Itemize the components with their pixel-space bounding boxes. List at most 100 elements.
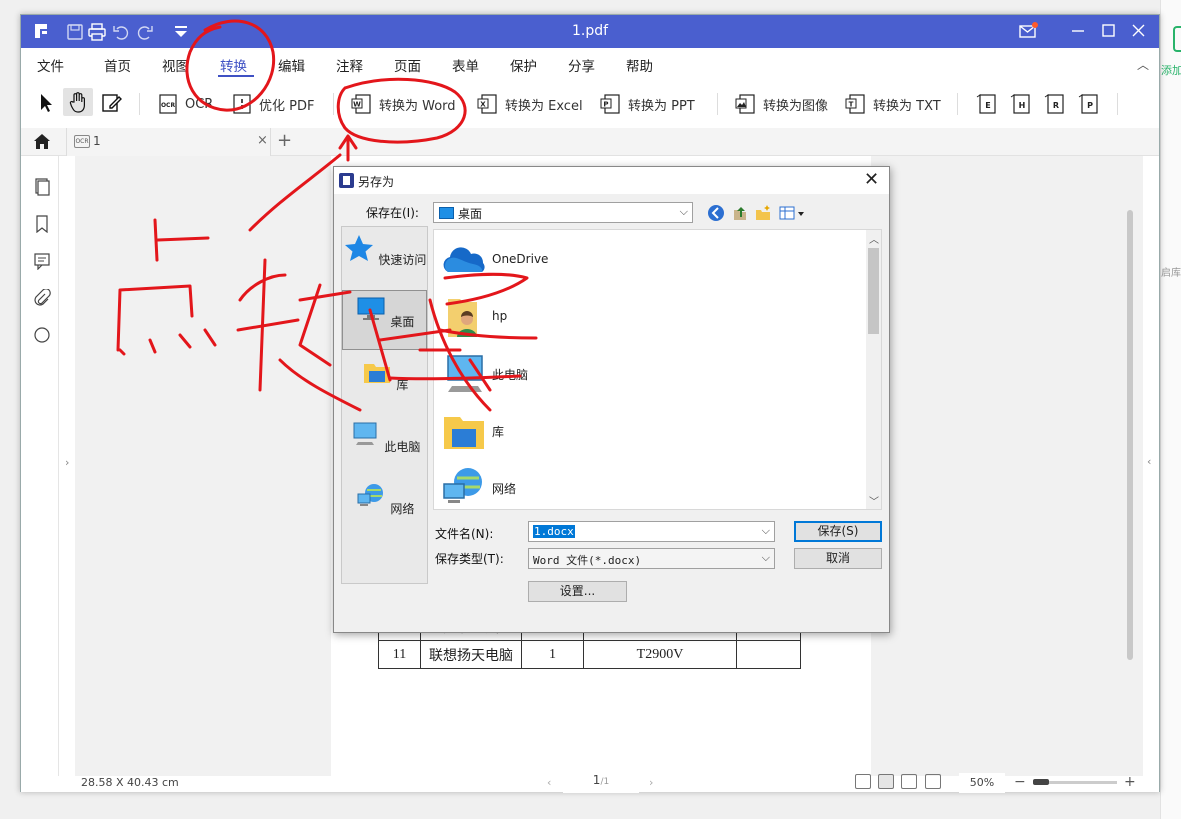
menu-file[interactable]: 文件: [37, 55, 64, 75]
file-item-this-pc[interactable]: 此电脑: [440, 352, 850, 396]
tab-bar: OCR 1 × +: [21, 128, 1159, 156]
ocr-label: OCR: [185, 96, 214, 112]
file-item-label: OneDrive: [492, 252, 549, 266]
convert-to-excel-label: 转换为 Excel: [505, 98, 583, 114]
window-title: 1.pdf: [571, 23, 609, 39]
expand-panel-icon[interactable]: ›: [65, 456, 69, 469]
toolbar-separator: [957, 93, 958, 115]
maximize-icon[interactable]: [1097, 21, 1119, 41]
place-network[interactable]: 网络: [342, 482, 427, 517]
save-in-dropdown[interactable]: 桌面 ⌵: [433, 202, 693, 223]
search-icon[interactable]: [33, 326, 51, 344]
new-tab-icon[interactable]: +: [277, 130, 292, 151]
place-library[interactable]: 库: [342, 358, 427, 393]
up-folder-icon[interactable]: [731, 204, 749, 222]
mail-icon[interactable]: [1017, 21, 1039, 41]
close-icon[interactable]: [1127, 21, 1149, 41]
table-cell: [736, 640, 801, 669]
menu-edit[interactable]: 编辑: [278, 55, 305, 75]
file-item-hp[interactable]: hp: [440, 295, 850, 339]
scrollbar-thumb[interactable]: [868, 248, 879, 334]
file-item-onedrive[interactable]: OneDrive: [440, 238, 850, 282]
cancel-button[interactable]: 取消: [794, 548, 882, 569]
new-folder-icon[interactable]: [754, 204, 772, 222]
menu-protect[interactable]: 保护: [510, 55, 537, 75]
attachment-icon[interactable]: [33, 289, 51, 307]
dialog-close-icon[interactable]: ✕: [864, 169, 879, 190]
convert-to-ppt-button[interactable]: P 转换为 PPT: [600, 91, 695, 117]
menu-help[interactable]: 帮助: [626, 55, 653, 75]
collapse-ribbon-icon[interactable]: ︿: [1137, 56, 1149, 73]
edit-icon[interactable]: [101, 92, 123, 114]
expand-right-panel-icon[interactable]: ‹: [1147, 455, 1151, 468]
two-page-view-icon[interactable]: [901, 774, 917, 789]
convert-to-txt-button[interactable]: T 转换为 TXT: [845, 91, 941, 117]
document-tab[interactable]: OCR 1 ×: [66, 128, 271, 156]
pages-icon[interactable]: [33, 178, 51, 196]
page-number-field[interactable]: 1/1: [563, 773, 639, 793]
place-this-pc[interactable]: 此电脑: [342, 420, 427, 455]
menu-convert[interactable]: 转换: [220, 55, 247, 75]
menu-view[interactable]: 视图: [162, 55, 189, 75]
back-icon[interactable]: [707, 204, 725, 222]
zoom-level[interactable]: 50%: [959, 773, 1005, 793]
file-list: OneDrive hp 此电脑 库 网络 ︿ ﹀: [433, 229, 882, 510]
settings-button[interactable]: 设置...: [528, 581, 627, 602]
minimize-icon[interactable]: [1067, 21, 1089, 41]
zoom-in-icon[interactable]: +: [1124, 774, 1136, 790]
convert-to-pdfa-button[interactable]: P: [1078, 91, 1100, 117]
convert-to-image-button[interactable]: 转换为图像: [735, 91, 828, 117]
next-page-icon[interactable]: ›: [649, 776, 653, 789]
desktop-icon: [357, 297, 385, 320]
file-item-network[interactable]: 网络: [440, 466, 850, 510]
table-cell: 11: [378, 640, 421, 669]
menu-share[interactable]: 分享: [568, 55, 595, 75]
convert-to-word-button[interactable]: W 转换为 Word: [351, 91, 456, 117]
convert-to-html-button[interactable]: H: [1010, 91, 1032, 117]
place-quick-access[interactable]: 快速访问: [342, 233, 427, 268]
view-menu-icon[interactable]: [778, 204, 806, 222]
table-cell: T2900V: [583, 640, 737, 669]
zoom-slider-knob[interactable]: [1033, 779, 1049, 785]
tab-close-icon[interactable]: ×: [257, 133, 268, 148]
place-desktop[interactable]: 桌面: [342, 290, 427, 350]
home-icon[interactable]: [33, 133, 51, 150]
svg-text:OCR: OCR: [161, 102, 176, 109]
file-item-label: 网络: [492, 482, 517, 496]
place-label: 网络: [390, 502, 415, 516]
two-page-continuous-view-icon[interactable]: [925, 774, 941, 789]
filetype-dropdown[interactable]: Word 文件(*.docx) ⌵: [528, 548, 775, 569]
desktop-icon: [439, 207, 454, 219]
filetype-value: Word 文件(*.docx): [533, 554, 642, 567]
svg-text:T: T: [849, 101, 854, 109]
zoom-out-icon[interactable]: −: [1014, 774, 1026, 790]
comment-icon[interactable]: [33, 252, 51, 270]
select-cursor-icon[interactable]: [37, 92, 57, 114]
document-scrollbar[interactable]: [1127, 210, 1133, 660]
scroll-up-icon[interactable]: ︿: [869, 231, 879, 246]
bookmark-icon[interactable]: [33, 215, 51, 233]
ocr-button[interactable]: OCR OCR: [157, 91, 213, 117]
prev-page-icon[interactable]: ‹: [547, 776, 551, 789]
continuous-view-icon[interactable]: [878, 774, 894, 789]
filename-input[interactable]: 1.docx ⌵: [528, 521, 775, 542]
save-in-label: 保存在(I):: [366, 206, 419, 220]
save-button[interactable]: 保存(S): [794, 521, 882, 542]
menu-page[interactable]: 页面: [394, 55, 421, 75]
file-item-library[interactable]: 库: [440, 409, 850, 453]
convert-to-epub-button[interactable]: E: [976, 91, 998, 117]
menu-form[interactable]: 表单: [452, 55, 479, 75]
convert-to-ppt-label: 转换为 PPT: [628, 98, 695, 114]
convert-to-rtf-button[interactable]: R: [1044, 91, 1066, 117]
single-page-view-icon[interactable]: [855, 774, 871, 789]
menu-comment[interactable]: 注释: [336, 55, 363, 75]
optimize-pdf-button[interactable]: 优化 PDF: [231, 91, 314, 117]
rtf-icon: R: [1044, 94, 1064, 114]
scroll-down-icon[interactable]: ﹀: [869, 493, 879, 508]
hand-tool-button[interactable]: [63, 88, 93, 116]
file-item-label: 库: [492, 425, 505, 439]
chevron-down-icon: ⌵: [761, 524, 770, 537]
menu-home[interactable]: 首页: [104, 55, 131, 75]
file-list-scrollbar[interactable]: ︿ ﹀: [866, 230, 881, 509]
convert-to-excel-button[interactable]: X 转换为 Excel: [477, 91, 583, 117]
